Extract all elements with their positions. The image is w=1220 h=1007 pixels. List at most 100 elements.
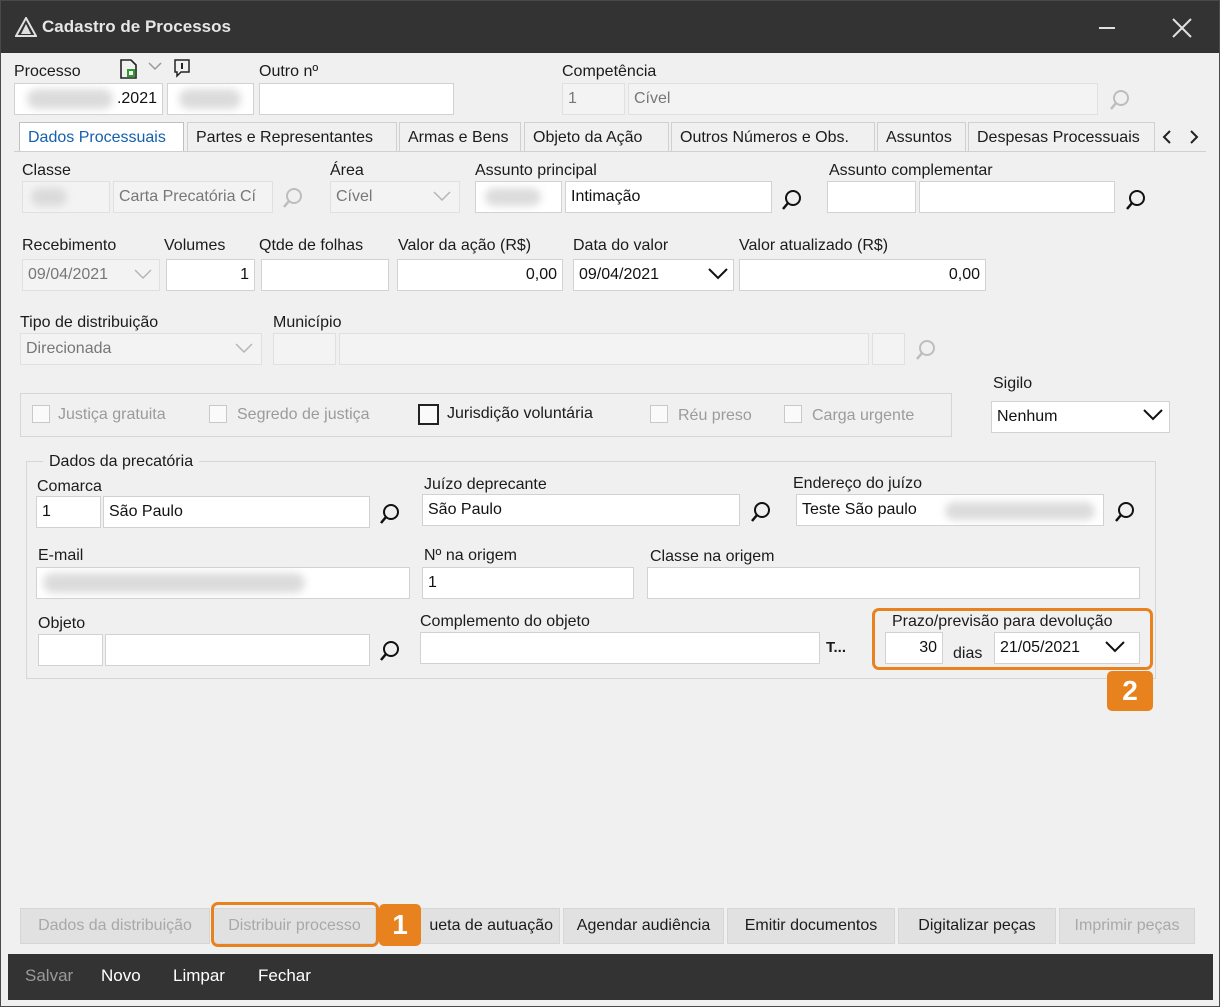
justica-gratuita-checkbox[interactable]: [32, 405, 50, 423]
jurisdicao-voluntaria-label: Jurisdição voluntária: [447, 405, 593, 422]
info-note-icon[interactable]: [173, 58, 191, 78]
classe-origem-input[interactable]: [647, 567, 1140, 599]
complemento-objeto-input[interactable]: [420, 632, 820, 664]
juizo-deprecante-label: Juízo deprecante: [424, 476, 547, 493]
objeto-name-input[interactable]: [105, 634, 370, 666]
carga-urgente-label: Carga urgente: [812, 407, 915, 424]
search-icon[interactable]: [379, 503, 401, 525]
assunto-principal-input[interactable]: Intimação: [565, 181, 772, 213]
new-document-icon[interactable]: [118, 57, 140, 81]
valor-atualizado-input[interactable]: 0,00: [739, 259, 986, 291]
recebimento-label: Recebimento: [22, 237, 117, 254]
novo-button[interactable]: Novo: [101, 966, 141, 986]
processo-label: Processo: [14, 63, 81, 80]
search-icon[interactable]: [282, 187, 304, 209]
numero-origem-input[interactable]: 1: [422, 567, 634, 599]
tab-dados-processuais[interactable]: Dados Processuais: [19, 122, 184, 153]
dados-distribuicao-button[interactable]: Dados da distribuição: [20, 908, 210, 944]
reu-preso-label: Réu preso: [678, 407, 752, 424]
classe-label: Classe: [22, 162, 71, 179]
folhas-label: Qtde de folhas: [259, 237, 364, 254]
folhas-input[interactable]: [261, 259, 389, 291]
minimize-icon[interactable]: [1099, 27, 1115, 31]
tab-partes-representantes[interactable]: Partes e Representantes: [187, 122, 397, 152]
search-icon[interactable]: [915, 339, 937, 361]
redacted-blur: [27, 89, 113, 109]
comarca-name-input[interactable]: São Paulo: [103, 496, 370, 528]
complemento-objeto-label: Complemento do objeto: [420, 613, 590, 630]
redacted-blur: [945, 502, 1095, 520]
search-icon[interactable]: [379, 640, 401, 662]
sigilo-label: Sigilo: [993, 375, 1033, 392]
jurisdicao-voluntaria-checkbox[interactable]: [418, 404, 439, 425]
window-title: Cadastro de Processos: [42, 17, 231, 36]
assunto-complementar-code-input[interactable]: [827, 181, 916, 213]
emitir-documentos-button[interactable]: Emitir documentos: [727, 908, 895, 944]
data-valor-label: Data do valor: [573, 237, 669, 254]
tab-assuntos[interactable]: Assuntos: [877, 122, 966, 152]
fechar-button[interactable]: Fechar: [258, 966, 311, 986]
app-logo-icon: [15, 17, 37, 37]
classe-name-input[interactable]: Carta Precatória Cí: [113, 181, 273, 213]
redacted-blur: [485, 188, 541, 206]
chevron-down-icon[interactable]: [433, 191, 451, 202]
digitalizar-pecas-button[interactable]: Digitalizar peças: [898, 908, 1056, 944]
carga-urgente-checkbox[interactable]: [784, 405, 802, 423]
competencia-code-input[interactable]: 1: [562, 83, 625, 115]
chevron-down-icon[interactable]: [708, 268, 728, 280]
competencia-name-input[interactable]: Cível: [628, 83, 1098, 115]
numero-origem-label: Nº na origem: [424, 547, 517, 564]
chevron-left-icon[interactable]: [1162, 130, 1172, 144]
tab-despesas-processuais[interactable]: Despesas Processuais: [968, 122, 1155, 152]
classe-origem-label: Classe na origem: [650, 548, 775, 565]
justica-gratuita-label: Justiça gratuita: [58, 406, 166, 423]
volumes-input[interactable]: 1: [166, 259, 255, 291]
title-bar: Cadastro de Processos: [1, 1, 1219, 53]
callout-box-2: [872, 608, 1153, 670]
limpar-button[interactable]: Limpar: [173, 966, 225, 986]
segredo-justica-label: Segredo de justiça: [237, 406, 370, 423]
valor-acao-input[interactable]: 0,00: [397, 259, 563, 291]
search-icon[interactable]: [1125, 189, 1147, 211]
chevron-down-icon[interactable]: [1143, 409, 1163, 421]
valor-atualizado-label: Valor atualizado (R$): [739, 237, 889, 254]
callout-badge-1: 1: [379, 904, 421, 946]
juizo-deprecante-input[interactable]: São Paulo: [422, 494, 740, 526]
tipo-distribuicao-select[interactable]: Direcionada: [20, 333, 262, 365]
assunto-complementar-input[interactable]: [919, 181, 1115, 213]
municipio-uf-input[interactable]: [872, 333, 905, 365]
tab-outros-numeros[interactable]: Outros Números e Obs.: [671, 122, 875, 152]
reu-preso-checkbox[interactable]: [650, 405, 668, 423]
municipio-label: Município: [273, 314, 342, 331]
search-icon[interactable]: [781, 189, 803, 211]
comarca-code-input[interactable]: 1: [36, 496, 101, 528]
imprimir-pecas-button[interactable]: Imprimir peças: [1059, 908, 1195, 944]
chevron-down-icon[interactable]: [148, 61, 162, 71]
tab-objeto-acao[interactable]: Objeto da Ação: [524, 122, 669, 152]
objeto-code-input[interactable]: [38, 634, 103, 666]
search-icon[interactable]: [1114, 501, 1136, 523]
municipio-name-input[interactable]: [339, 333, 869, 365]
chevron-down-icon[interactable]: [134, 269, 152, 280]
municipio-code-input[interactable]: [273, 333, 336, 365]
comarca-label: Comarca: [37, 478, 102, 495]
tab-bar: Dados Processuais Partes e Representante…: [19, 122, 1205, 153]
salvar-button[interactable]: Salvar: [25, 966, 73, 986]
volumes-label: Volumes: [164, 237, 226, 254]
text-editor-button[interactable]: T...: [826, 639, 846, 656]
tipo-distribuicao-label: Tipo de distribuição: [20, 314, 159, 331]
endereco-juizo-label: Endereço do juízo: [793, 475, 922, 492]
search-icon[interactable]: [1109, 89, 1131, 111]
close-icon[interactable]: [1172, 18, 1192, 38]
search-icon[interactable]: [750, 501, 772, 523]
outro-numero-input[interactable]: [259, 83, 454, 115]
tab-armas-bens[interactable]: Armas e Bens: [399, 122, 521, 152]
chevron-right-icon[interactable]: [1189, 130, 1199, 144]
objeto-label: Objeto: [38, 615, 86, 632]
competencia-label: Competência: [562, 63, 657, 80]
assunto-principal-label: Assunto principal: [475, 162, 597, 179]
segredo-justica-checkbox[interactable]: [209, 405, 227, 423]
redacted-blur: [43, 573, 305, 593]
agendar-audiencia-button[interactable]: Agendar audiência: [563, 908, 724, 944]
chevron-down-icon[interactable]: [235, 343, 253, 354]
